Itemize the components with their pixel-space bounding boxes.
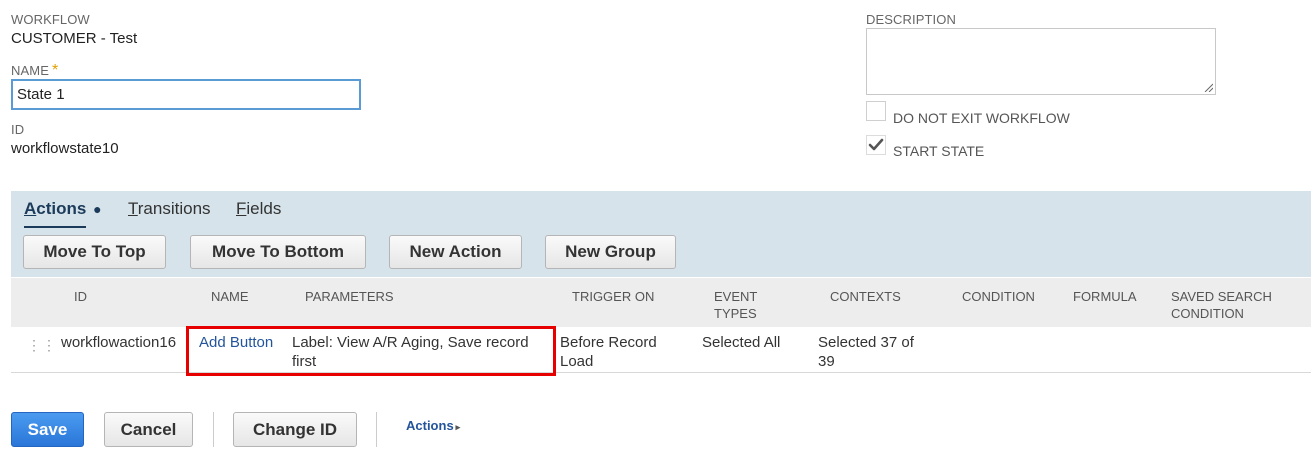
cell-parameters-line2: first — [292, 353, 317, 370]
drag-handle-icon[interactable]: ⋮⋮ — [27, 338, 57, 352]
column-header-event-types-line2: TYPES — [714, 306, 757, 321]
do-not-exit-workflow-checkbox[interactable] — [866, 101, 886, 121]
name-input[interactable] — [11, 79, 361, 110]
start-state-checkbox[interactable] — [866, 135, 886, 155]
description-textarea[interactable] — [866, 28, 1216, 95]
new-action-button[interactable]: New Action — [389, 235, 522, 269]
actions-menu-link[interactable]: Actions ▸ — [406, 418, 460, 433]
column-header-formula[interactable]: FORMULA — [1073, 288, 1137, 305]
footer-divider — [376, 412, 377, 447]
tab-fields-accesskey: F — [236, 199, 247, 218]
new-group-button[interactable]: New Group — [545, 235, 676, 269]
cell-parameters-line1: Label: View A/R Aging, Save record — [292, 334, 529, 351]
tab-actions-underline — [24, 226, 86, 228]
tab-transitions[interactable]: Transitions — [128, 199, 211, 219]
column-header-saved-search-condition[interactable]: SAVED SEARCH CONDITION — [1171, 288, 1272, 322]
cell-parameters: Label: View A/R Aging, Save record first — [292, 333, 529, 371]
footer-divider — [213, 412, 214, 447]
checkmark-icon — [868, 138, 884, 151]
column-header-name[interactable]: NAME — [211, 288, 249, 305]
cell-trigger-on-line1: Before Record — [560, 334, 657, 351]
cell-name: Add Button — [199, 333, 273, 352]
tab-transitions-accesskey: T — [128, 199, 138, 218]
do-not-exit-workflow-label: DO NOT EXIT WORKFLOW — [893, 110, 1070, 126]
cell-id: workflowaction16 — [61, 334, 177, 351]
name-label-text: NAME — [11, 63, 49, 78]
tab-actions[interactable]: Actions ● — [24, 199, 102, 219]
tab-actions-accesskey: A — [24, 199, 37, 218]
cell-contexts-line2: 39 — [818, 353, 835, 370]
column-header-event-types[interactable]: EVENT TYPES — [714, 288, 757, 322]
column-header-id[interactable]: ID — [74, 288, 87, 305]
tab-actions-label-rest: ctions — [36, 199, 87, 218]
cell-event-types: Selected All — [702, 334, 781, 351]
column-header-saved-search-line1: SAVED SEARCH — [1171, 289, 1272, 304]
workflow-value: CUSTOMER - Test — [11, 30, 138, 47]
tab-fields[interactable]: Fields — [236, 199, 281, 219]
actions-menu-label: Actions — [406, 418, 454, 433]
column-header-condition[interactable]: CONDITION — [962, 288, 1035, 305]
active-dot-icon: ● — [93, 201, 102, 217]
add-button-link[interactable]: Add Button — [199, 334, 273, 351]
name-label: NAME * — [11, 62, 58, 80]
id-value: workflowstate10 — [11, 140, 119, 157]
cell-contexts: Selected 37 of 39 — [818, 333, 914, 371]
menu-caret-icon: ▸ — [455, 422, 461, 432]
cell-contexts-line1: Selected 37 of — [818, 334, 914, 351]
cell-trigger-on-line2: Load — [560, 353, 594, 370]
move-to-bottom-button[interactable]: Move To Bottom — [190, 235, 366, 269]
id-label: ID — [11, 122, 25, 137]
column-header-trigger-on[interactable]: TRIGGER ON — [572, 288, 654, 305]
required-asterisk-icon: * — [51, 62, 59, 79]
workflow-label: WORKFLOW — [11, 12, 90, 27]
column-header-contexts[interactable]: CONTEXTS — [830, 288, 901, 305]
cancel-button[interactable]: Cancel — [104, 412, 193, 447]
column-header-event-types-line1: EVENT — [714, 289, 758, 304]
move-to-top-button[interactable]: Move To Top — [23, 235, 166, 269]
description-label: DESCRIPTION — [866, 12, 956, 27]
column-header-parameters[interactable]: PARAMETERS — [305, 288, 394, 305]
tab-transitions-label-rest: ransitions — [137, 199, 211, 218]
cell-trigger-on: Before Record Load — [560, 333, 657, 371]
change-id-button[interactable]: Change ID — [233, 412, 357, 447]
start-state-label: START STATE — [893, 143, 985, 159]
save-button[interactable]: Save — [11, 412, 84, 447]
column-header-saved-search-line2: CONDITION — [1171, 306, 1244, 321]
tab-fields-label-rest: ields — [246, 199, 282, 218]
